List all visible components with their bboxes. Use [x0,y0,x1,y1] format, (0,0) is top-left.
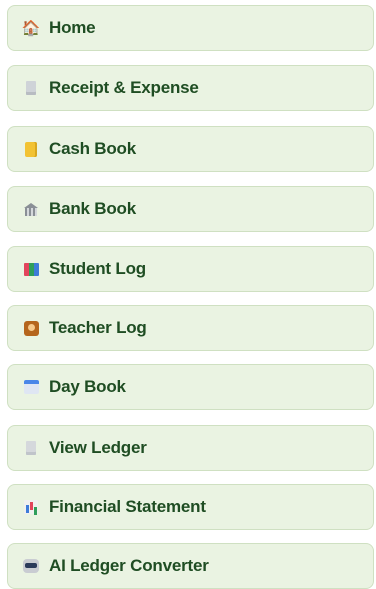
nav-item-label: Financial Statement [49,497,206,516]
nav-item-home[interactable]: 🏠 Home [7,5,374,51]
nav-item-label: Cash Book [49,139,136,158]
nav-item-label: Teacher Log [49,318,147,337]
nav-item-teacher-log[interactable]: Teacher Log [7,305,374,351]
nav-item-label: Day Book [49,377,126,396]
nav-item-student-log[interactable]: Student Log [7,246,374,292]
books-icon [22,260,40,278]
ledger-icon [22,439,40,457]
nav-item-day-book[interactable]: Day Book [7,364,374,410]
nav-item-label: Bank Book [49,199,136,218]
nav-item-label: AI Ledger Converter [49,556,209,575]
nav-item-financial-statement[interactable]: Financial Statement [7,484,374,530]
sidebar-nav: 🏠 Home Receipt & Expense Cash Book Bank … [0,0,376,589]
calendar-icon [22,378,40,396]
nav-item-label: Student Log [49,259,146,278]
nav-item-label: Home [49,18,96,37]
notebook-icon [22,140,40,158]
bank-icon [22,200,40,218]
teacher-icon [22,319,40,337]
house-icon: 🏠 [21,19,41,37]
nav-item-label: Receipt & Expense [49,78,199,97]
bar-chart-icon [22,498,40,516]
receipt-icon [22,79,40,97]
nav-item-ai-ledger-converter[interactable]: AI Ledger Converter [7,543,374,589]
nav-item-cash-book[interactable]: Cash Book [7,126,374,172]
nav-item-receipt-expense[interactable]: Receipt & Expense [7,65,374,111]
robot-icon [22,557,40,575]
nav-item-bank-book[interactable]: Bank Book [7,186,374,232]
nav-item-label: View Ledger [49,438,147,457]
nav-item-view-ledger[interactable]: View Ledger [7,425,374,471]
